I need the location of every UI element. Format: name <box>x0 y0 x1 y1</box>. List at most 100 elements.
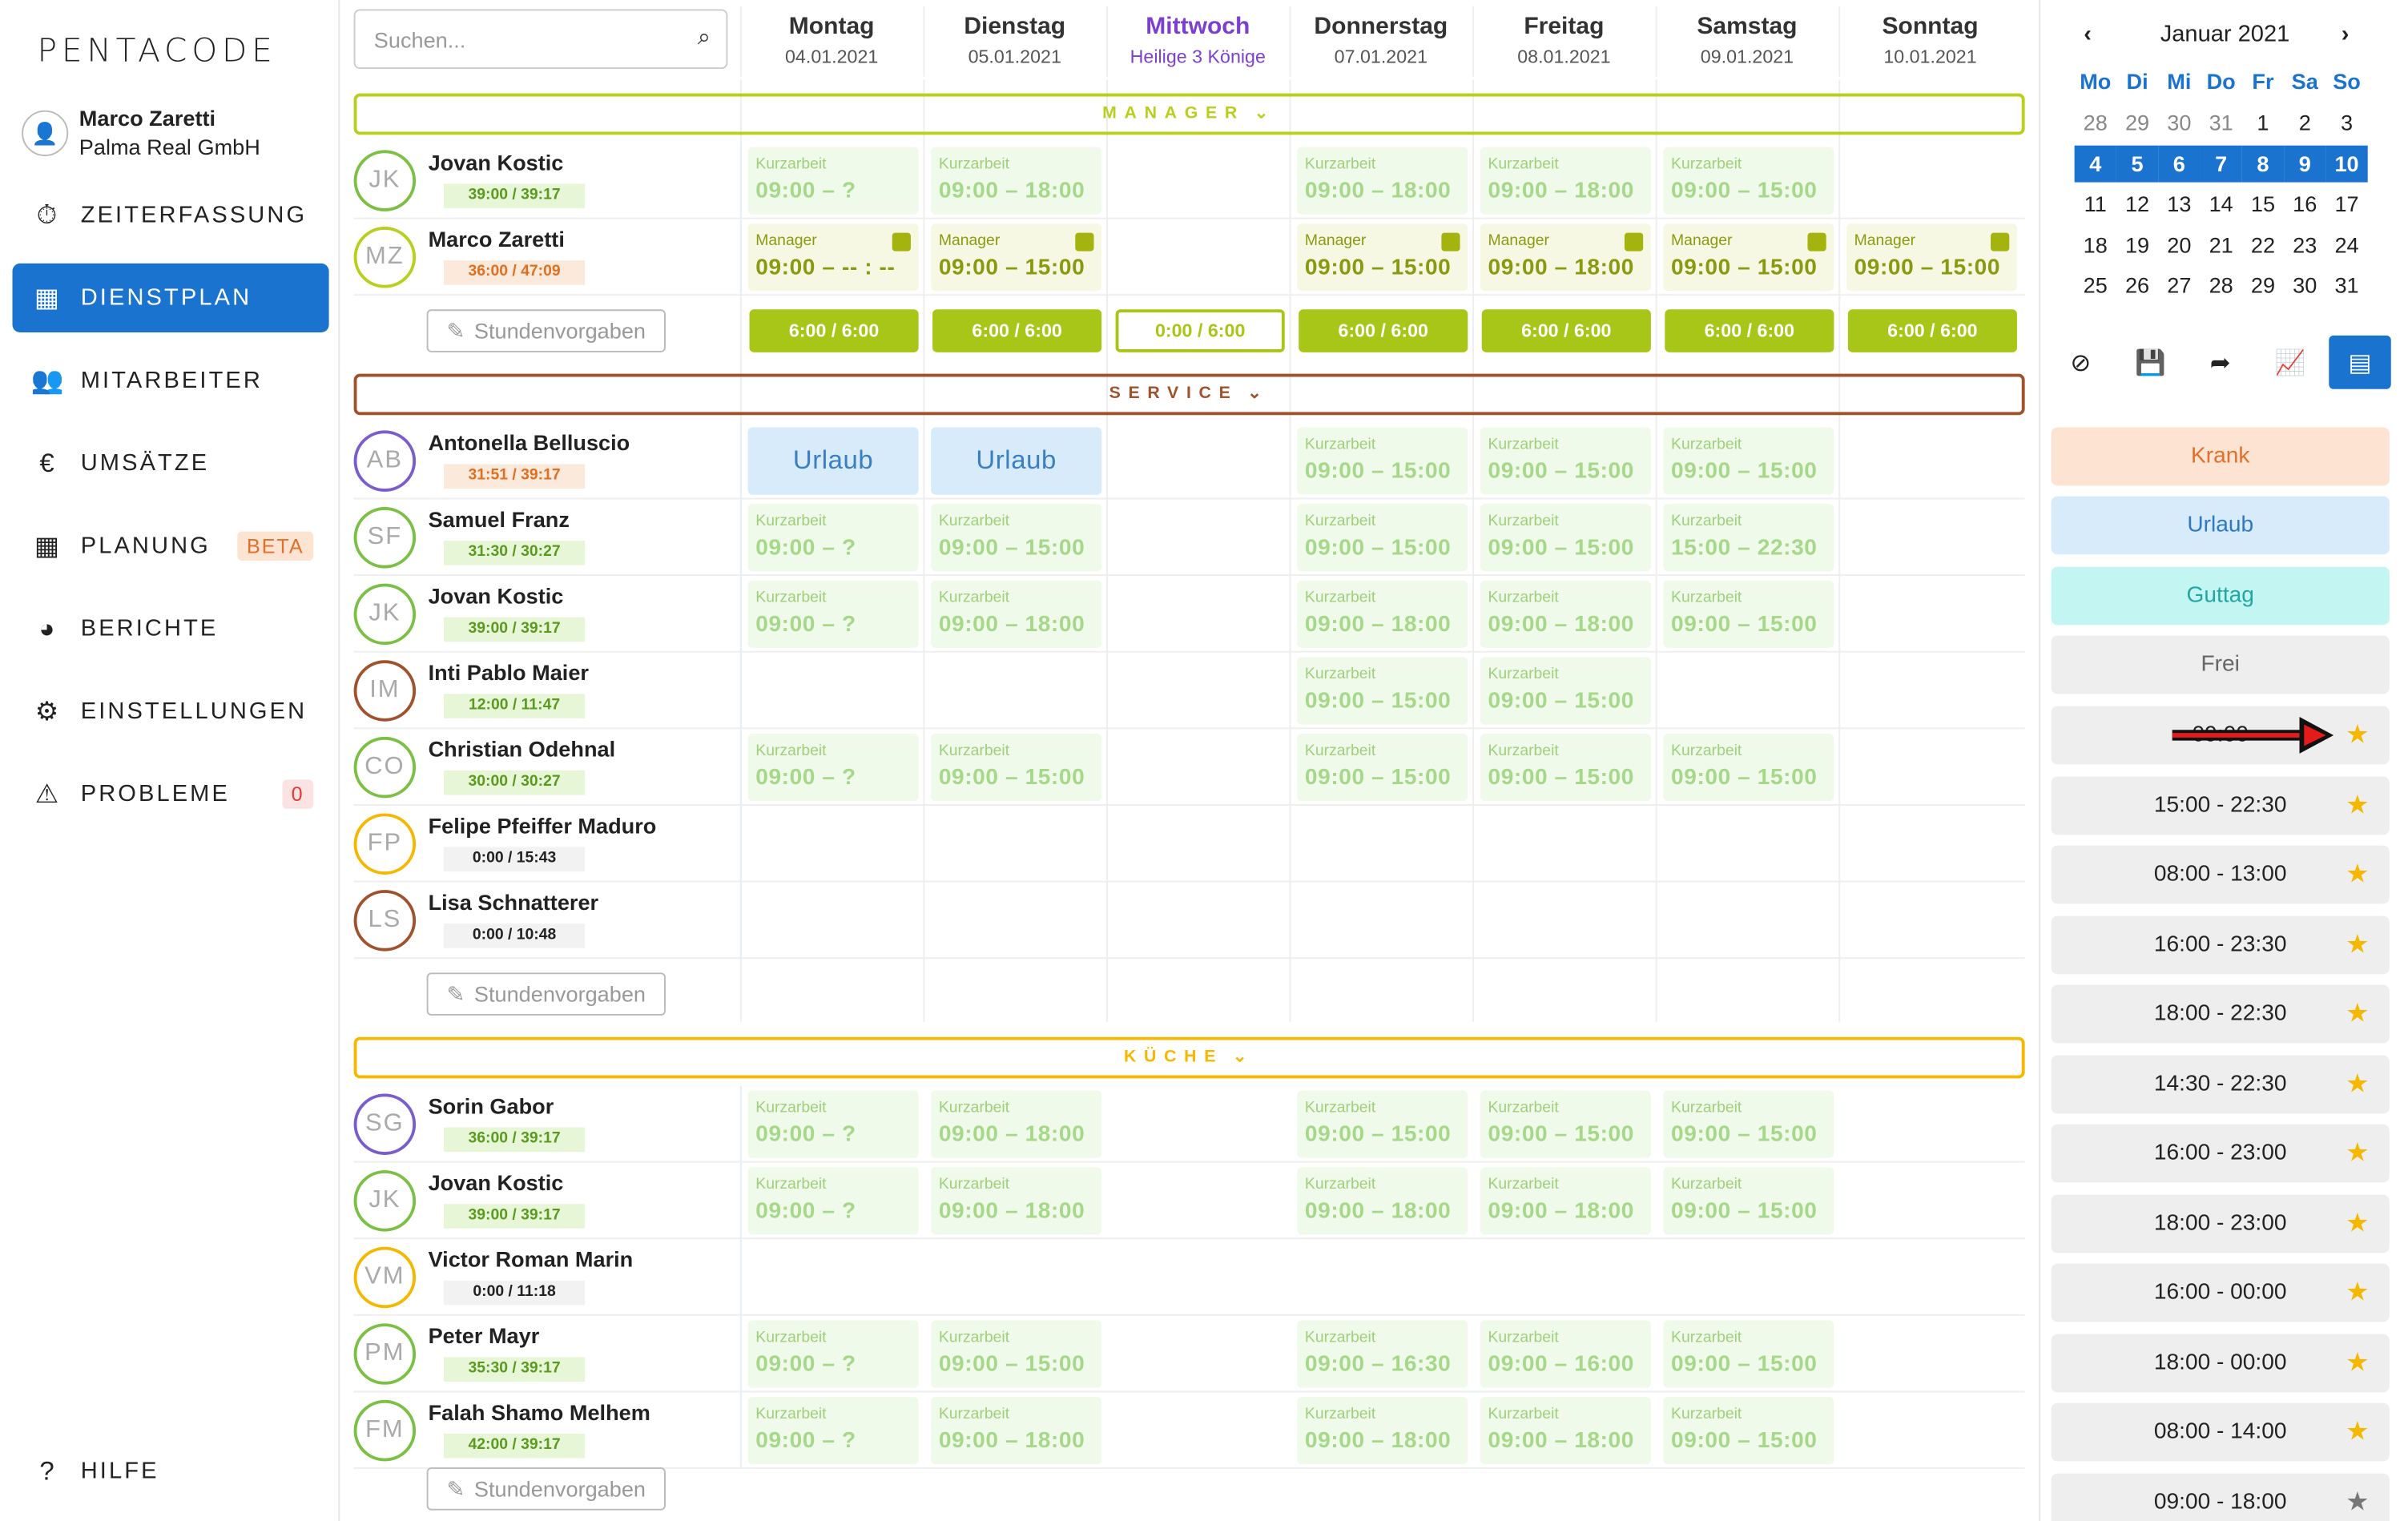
shift-template[interactable]: 15:00 - 22:30 ★ <box>2051 775 2390 835</box>
absence-tag[interactable]: Urlaub <box>2051 496 2390 555</box>
shift-cell[interactable]: Urlaub <box>747 427 919 495</box>
shift-cell[interactable]: Manager 09:00 – 18:00 <box>1480 223 1651 292</box>
shift-cell[interactable]: Kurzarbeit 09:00 – ? <box>747 147 919 215</box>
shift-cell[interactable]: Kurzarbeit 09:00 – ? <box>747 1320 919 1388</box>
employee-info[interactable]: JK Jovan Kostic 39:00 / 39:17 <box>353 1162 742 1240</box>
calendar-day[interactable]: 3 <box>2325 104 2367 141</box>
shift-cell[interactable]: Kurzarbeit 09:00 – 15:00 <box>1297 734 1468 802</box>
employee-info[interactable]: VM Victor Roman Marin 0:00 / 11:18 <box>353 1239 742 1316</box>
star-icon[interactable]: ★ <box>2346 1264 2370 1322</box>
shift-cell[interactable]: Kurzarbeit 09:00 – 15:00 <box>931 734 1102 802</box>
calendar-day[interactable]: 31 <box>2201 104 2242 141</box>
star-icon[interactable]: ★ <box>2346 985 2370 1044</box>
shift-cell[interactable]: Kurzarbeit 09:00 – 18:00 <box>931 580 1102 648</box>
day-header[interactable]: Montag 04.01.2021 <box>739 6 922 77</box>
list-view-icon[interactable]: ▤ <box>2329 335 2391 389</box>
calendar-day[interactable]: 14 <box>2201 186 2242 223</box>
nav-gear[interactable]: ⚙ EINSTELLUNGEN <box>12 677 328 746</box>
calendar-day[interactable]: 29 <box>2242 268 2284 304</box>
calendar-day[interactable]: 8 <box>2241 144 2285 182</box>
shift-cell[interactable]: Manager 09:00 – 15:00 <box>931 223 1102 292</box>
calendar-day[interactable]: 2 <box>2284 104 2325 141</box>
shift-template[interactable]: 16:00 - 23:00 ★ <box>2051 1124 2390 1183</box>
calendar-day[interactable]: 10 <box>2325 144 2368 182</box>
employee-info[interactable]: CO Christian Odehnal 30:00 / 30:27 <box>353 729 742 806</box>
shift-cell[interactable]: Kurzarbeit 09:00 – 15:00 <box>1663 1090 1834 1158</box>
star-icon[interactable]: ★ <box>2346 706 2370 765</box>
day-total-button[interactable]: 6:00 / 6:00 <box>932 309 1102 352</box>
next-month-icon[interactable]: › <box>2342 22 2350 48</box>
shift-cell[interactable]: Manager 09:00 – -- : -- <box>747 223 919 292</box>
nav-euro[interactable]: € UMSÄTZE <box>12 429 328 497</box>
search-input[interactable]: Suchen... ⌕ <box>353 9 728 70</box>
shift-cell[interactable]: Kurzarbeit 09:00 – 15:00 <box>1663 580 1834 648</box>
shift-cell[interactable]: Kurzarbeit 09:00 – 15:00 <box>1663 1397 1834 1465</box>
day-total-button[interactable]: 6:00 / 6:00 <box>1847 309 2017 352</box>
calendar-day[interactable]: 13 <box>2158 186 2200 223</box>
calendar-day[interactable]: 30 <box>2158 104 2200 141</box>
stundenvorgaben-button[interactable]: ✎ Stundenvorgaben <box>426 1467 666 1511</box>
shift-cell[interactable]: Kurzarbeit 09:00 – ? <box>747 1397 919 1465</box>
shift-cell[interactable]: Kurzarbeit 09:00 – 15:00 <box>1663 734 1834 802</box>
shift-cell[interactable]: Kurzarbeit 09:00 – 15:00 <box>1663 1320 1834 1388</box>
shift-cell[interactable]: Kurzarbeit 09:00 – 16:00 <box>1480 1320 1651 1388</box>
stundenvorgaben-button[interactable]: ✎ Stundenvorgaben <box>426 972 666 1016</box>
section-header[interactable]: MANAGER ⌄ <box>353 93 2025 135</box>
shift-template[interactable]: 18:00 - 00:00 ★ <box>2051 1333 2390 1392</box>
calendar-day[interactable]: 28 <box>2075 104 2116 141</box>
shift-cell[interactable]: Kurzarbeit 09:00 – 15:00 <box>1480 504 1651 572</box>
day-total-button[interactable]: 6:00 / 6:00 <box>749 309 919 352</box>
shift-cell[interactable]: Kurzarbeit 09:00 – 15:00 <box>1663 1167 1834 1235</box>
shift-cell[interactable]: Kurzarbeit 09:00 – 16:30 <box>1297 1320 1468 1388</box>
help-link[interactable]: ? HILFE <box>12 1437 328 1506</box>
shift-cell[interactable]: Kurzarbeit 09:00 – 18:00 <box>1297 1397 1468 1465</box>
calendar-day[interactable]: 25 <box>2075 268 2116 304</box>
shift-cell[interactable]: Kurzarbeit 09:00 – 18:00 <box>931 1167 1102 1235</box>
day-total-button[interactable]: 6:00 / 6:00 <box>1481 309 1651 352</box>
shift-cell[interactable]: Kurzarbeit 09:00 – 18:00 <box>1297 147 1468 215</box>
employee-info[interactable]: SG Sorin Gabor 36:00 / 39:17 <box>353 1085 742 1163</box>
shift-template[interactable]: 09:00★ <box>2051 706 2390 765</box>
day-total-button[interactable]: 6:00 / 6:00 <box>1299 309 1468 352</box>
calendar-day[interactable]: 23 <box>2284 227 2325 264</box>
shift-cell[interactable]: Manager 09:00 – 15:00 <box>1663 223 1834 292</box>
shift-template[interactable]: 14:30 - 22:30 ★ <box>2051 1054 2390 1113</box>
shift-template[interactable]: 08:00 - 14:00 ★ <box>2051 1402 2390 1462</box>
calendar-day[interactable]: 7 <box>2200 144 2242 182</box>
day-header[interactable]: Mittwoch Heilige 3 Könige <box>1106 6 1288 77</box>
chart-icon[interactable]: 📈 <box>2259 336 2321 389</box>
star-icon[interactable]: ★ <box>2346 1473 2370 1521</box>
nav-table[interactable]: ▦ DIENSTPLAN <box>12 263 329 332</box>
nav-stopwatch[interactable]: ⏱ ZEITERFASSUNG <box>12 181 328 250</box>
shift-cell[interactable]: Kurzarbeit 09:00 – 15:00 <box>1480 734 1651 802</box>
calendar-day[interactable]: 6 <box>2158 144 2201 182</box>
calendar-day[interactable]: 16 <box>2284 186 2325 223</box>
shift-cell[interactable]: Kurzarbeit 09:00 – 15:00 <box>931 1320 1102 1388</box>
shift-cell[interactable]: Manager 09:00 – 15:00 <box>1846 223 2017 292</box>
calendar-day[interactable]: 15 <box>2242 186 2284 223</box>
employee-info[interactable]: FP Felipe Pfeiffer Maduro 0:00 / 15:43 <box>353 805 742 883</box>
shift-cell[interactable]: Kurzarbeit 09:00 – 15:00 <box>1297 427 1468 495</box>
nav-calendar[interactable]: ▦ PLANUNG BETA <box>12 512 328 581</box>
calendar-day[interactable]: 19 <box>2116 227 2158 264</box>
star-icon[interactable]: ★ <box>2346 1334 2370 1392</box>
shift-cell[interactable]: Kurzarbeit 09:00 – 18:00 <box>1297 580 1468 648</box>
employee-info[interactable]: JK Jovan Kostic 39:00 / 39:17 <box>353 142 742 219</box>
calendar-day[interactable]: 1 <box>2242 104 2284 141</box>
shift-cell[interactable]: Manager 09:00 – 15:00 <box>1297 223 1468 292</box>
shift-template[interactable]: 18:00 - 23:00 ★ <box>2051 1193 2390 1253</box>
shift-cell[interactable]: Kurzarbeit 09:00 – 18:00 <box>1480 580 1651 648</box>
shift-cell[interactable]: Kurzarbeit 09:00 – ? <box>747 1167 919 1235</box>
employee-info[interactable]: AB Antonella Belluscio 31:51 / 39:17 <box>353 422 742 500</box>
brand-logo[interactable]: PENTACODE <box>37 32 276 69</box>
calendar-day[interactable]: 27 <box>2158 268 2200 304</box>
employee-info[interactable]: FM Falah Shamo Melhem 42:00 / 39:17 <box>353 1392 742 1469</box>
employee-info[interactable]: PM Peter Mayr 35:30 / 39:17 <box>353 1315 742 1393</box>
section-header[interactable]: SERVICE ⌄ <box>353 373 2025 416</box>
user-profile[interactable]: 👤 Marco Zaretti Palma Real GmbH <box>22 104 260 163</box>
shift-cell[interactable]: Kurzarbeit 09:00 – 15:00 <box>1297 504 1468 572</box>
star-icon[interactable]: ★ <box>2346 915 2370 974</box>
shift-cell[interactable]: Kurzarbeit 09:00 – ? <box>747 734 919 802</box>
shift-template[interactable]: 09:00 - 18:00 ★ <box>2051 1472 2390 1521</box>
shift-cell[interactable]: Kurzarbeit 09:00 – 15:00 <box>1480 657 1651 725</box>
